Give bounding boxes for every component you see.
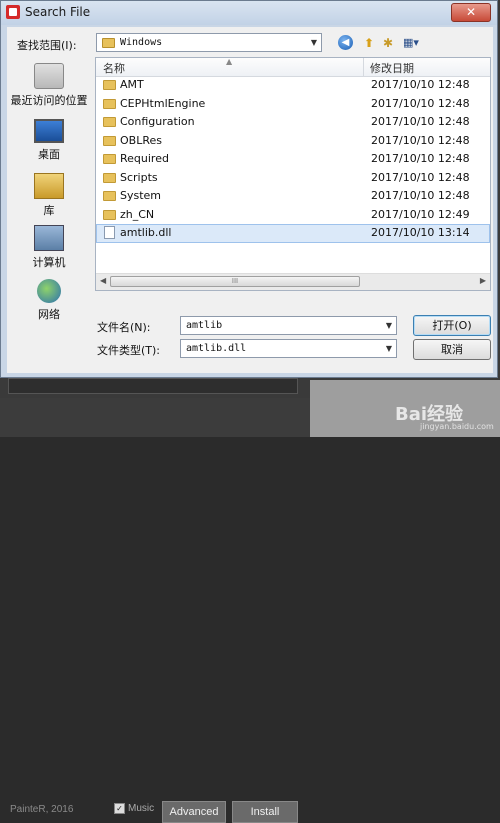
item-date: 2017/10/10 13:14 — [371, 226, 470, 239]
advanced-button[interactable]: Advanced — [162, 801, 226, 823]
list-item[interactable]: zh_CN 2017/10/10 12:49 — [96, 206, 490, 225]
filetype-value: amtlib.dll — [186, 343, 247, 354]
item-date: 2017/10/10 12:48 — [371, 152, 470, 165]
app-logo-icon — [6, 5, 20, 19]
close-button[interactable]: ✕ — [451, 3, 491, 22]
item-name: System — [120, 189, 162, 202]
list-item[interactable]: System 2017/10/10 12:48 — [96, 187, 490, 206]
filename-label: 文件名(N): — [97, 321, 151, 334]
column-header-date[interactable]: 修改日期 — [370, 60, 414, 76]
item-name: amtlib.dll — [120, 226, 172, 239]
item-name: AMT — [120, 78, 144, 91]
open-button[interactable]: 打开(O) — [413, 315, 491, 336]
place-desktop[interactable]: 桌面 — [7, 119, 91, 162]
view-menu-icon[interactable]: ▦▾ — [399, 35, 423, 51]
desktop-icon — [34, 119, 64, 143]
up-folder-icon[interactable]: ⬆ — [360, 35, 378, 51]
new-folder-icon[interactable]: ✱ — [379, 35, 397, 51]
dll-file-icon — [104, 226, 115, 239]
filename-combo[interactable]: amtlib ▼ — [180, 316, 397, 335]
place-label: 桌面 — [38, 148, 60, 161]
libraries-icon — [34, 173, 64, 199]
checkbox-checked-icon[interactable]: ✓ — [114, 803, 125, 814]
folder-icon — [103, 209, 116, 220]
item-date: 2017/10/10 12:48 — [371, 115, 470, 128]
list-item-selected[interactable]: amtlib.dll 2017/10/10 13:14 — [96, 224, 490, 243]
place-label: 网络 — [38, 308, 60, 321]
look-in-label: 查找范围(I): — [17, 39, 77, 52]
item-date: 2017/10/10 12:48 — [371, 189, 470, 202]
folder-icon — [103, 117, 116, 127]
chevron-down-icon[interactable]: ▼ — [311, 38, 317, 47]
item-date: 2017/10/10 12:48 — [371, 133, 470, 147]
list-header: 名称 ▲ 修改日期 — [96, 58, 490, 77]
folder-icon — [103, 135, 116, 146]
dialog-title: Search File — [25, 5, 91, 19]
item-name: Configuration — [120, 115, 195, 128]
install-button[interactable]: Install — [232, 801, 298, 823]
place-network[interactable]: 网络 — [7, 279, 91, 322]
place-computer[interactable]: 计算机 — [7, 225, 91, 270]
scroll-left-icon[interactable]: ◀ — [100, 276, 106, 285]
item-date: 2017/10/10 12:48 — [371, 78, 470, 91]
scroll-thumb[interactable]: III — [110, 276, 360, 287]
network-icon — [37, 279, 61, 303]
list-item[interactable]: Scripts 2017/10/10 12:48 — [96, 169, 490, 188]
look-in-combo[interactable]: Windows ▼ — [96, 33, 322, 52]
chevron-down-icon[interactable]: ▼ — [386, 317, 392, 334]
column-header-name[interactable]: 名称 — [103, 60, 125, 76]
place-recent[interactable]: 最近访问的位置 — [7, 63, 91, 108]
item-name: Required — [120, 152, 169, 165]
folder-icon — [102, 37, 115, 48]
horizontal-scrollbar[interactable]: ◀ III ▶ — [96, 273, 490, 290]
chevron-down-icon[interactable]: ▼ — [386, 340, 392, 357]
item-name: zh_CN — [120, 207, 155, 221]
item-name: OBLRes — [120, 133, 162, 147]
installer-progress-track — [8, 378, 298, 394]
folder-icon — [103, 154, 116, 164]
list-item[interactable]: AMT 2017/10/10 12:48 — [96, 76, 490, 95]
title-bar[interactable]: Search File ✕ — [1, 1, 497, 25]
folder-icon — [103, 98, 116, 109]
filename-value[interactable]: amtlib — [186, 320, 222, 331]
item-date: 2017/10/10 12:48 — [371, 96, 470, 110]
back-icon[interactable]: ◀ — [338, 35, 353, 50]
list-item[interactable]: Configuration 2017/10/10 12:48 — [96, 113, 490, 132]
cancel-button[interactable]: 取消 — [413, 339, 491, 360]
file-list[interactable]: 名称 ▲ 修改日期 AMT 2017/10/10 12:48 CEPHtmlEng… — [95, 57, 491, 291]
folder-icon — [103, 80, 116, 90]
places-bar: 最近访问的位置 桌面 库 计算机 网络 — [7, 57, 91, 371]
music-checkbox[interactable]: ✓ Music — [114, 803, 154, 814]
watermark-url: jingyan.baidu.com — [420, 422, 494, 431]
item-date: 2017/10/10 12:49 — [371, 207, 470, 221]
list-item[interactable]: OBLRes 2017/10/10 12:48 — [96, 132, 490, 151]
installer-brand: PainteR, 2016 — [10, 804, 74, 815]
filetype-select[interactable]: amtlib.dll ▼ — [180, 339, 397, 358]
recent-places-icon — [34, 63, 64, 89]
folder-icon — [103, 172, 116, 183]
sort-ascending-icon: ▲ — [226, 57, 233, 66]
folder-icon — [103, 191, 116, 201]
computer-icon — [34, 225, 64, 251]
scroll-right-icon[interactable]: ▶ — [480, 276, 486, 285]
dialog-client: 查找范围(I): Windows ▼ ◀ ⬆ ✱ ▦▾ 最近访问的位置 桌面 库 — [7, 27, 493, 373]
place-label: 库 — [43, 204, 55, 217]
list-item[interactable]: CEPHtmlEngine 2017/10/10 12:48 — [96, 95, 490, 114]
item-name: Scripts — [120, 170, 158, 184]
look-in-value: Windows — [120, 37, 163, 48]
place-label: 最近访问的位置 — [10, 94, 88, 107]
installer-footer: PainteR, 2016 ✓ Music Advanced Install — [0, 398, 310, 823]
place-label: 计算机 — [32, 256, 66, 269]
music-label: Music — [128, 803, 155, 814]
item-name: CEPHtmlEngine — [120, 96, 206, 110]
column-divider[interactable] — [363, 58, 364, 76]
file-rows: AMT 2017/10/10 12:48 CEPHtmlEngine 2017/10… — [96, 76, 490, 243]
filetype-label: 文件类型(T): — [97, 344, 161, 357]
search-file-dialog: Search File ✕ 查找范围(I): Windows ▼ ◀ ⬆ ✱ ▦… — [0, 0, 498, 378]
item-date: 2017/10/10 12:48 — [371, 170, 470, 184]
list-item[interactable]: Required 2017/10/10 12:48 — [96, 150, 490, 169]
place-libraries[interactable]: 库 — [7, 173, 91, 218]
